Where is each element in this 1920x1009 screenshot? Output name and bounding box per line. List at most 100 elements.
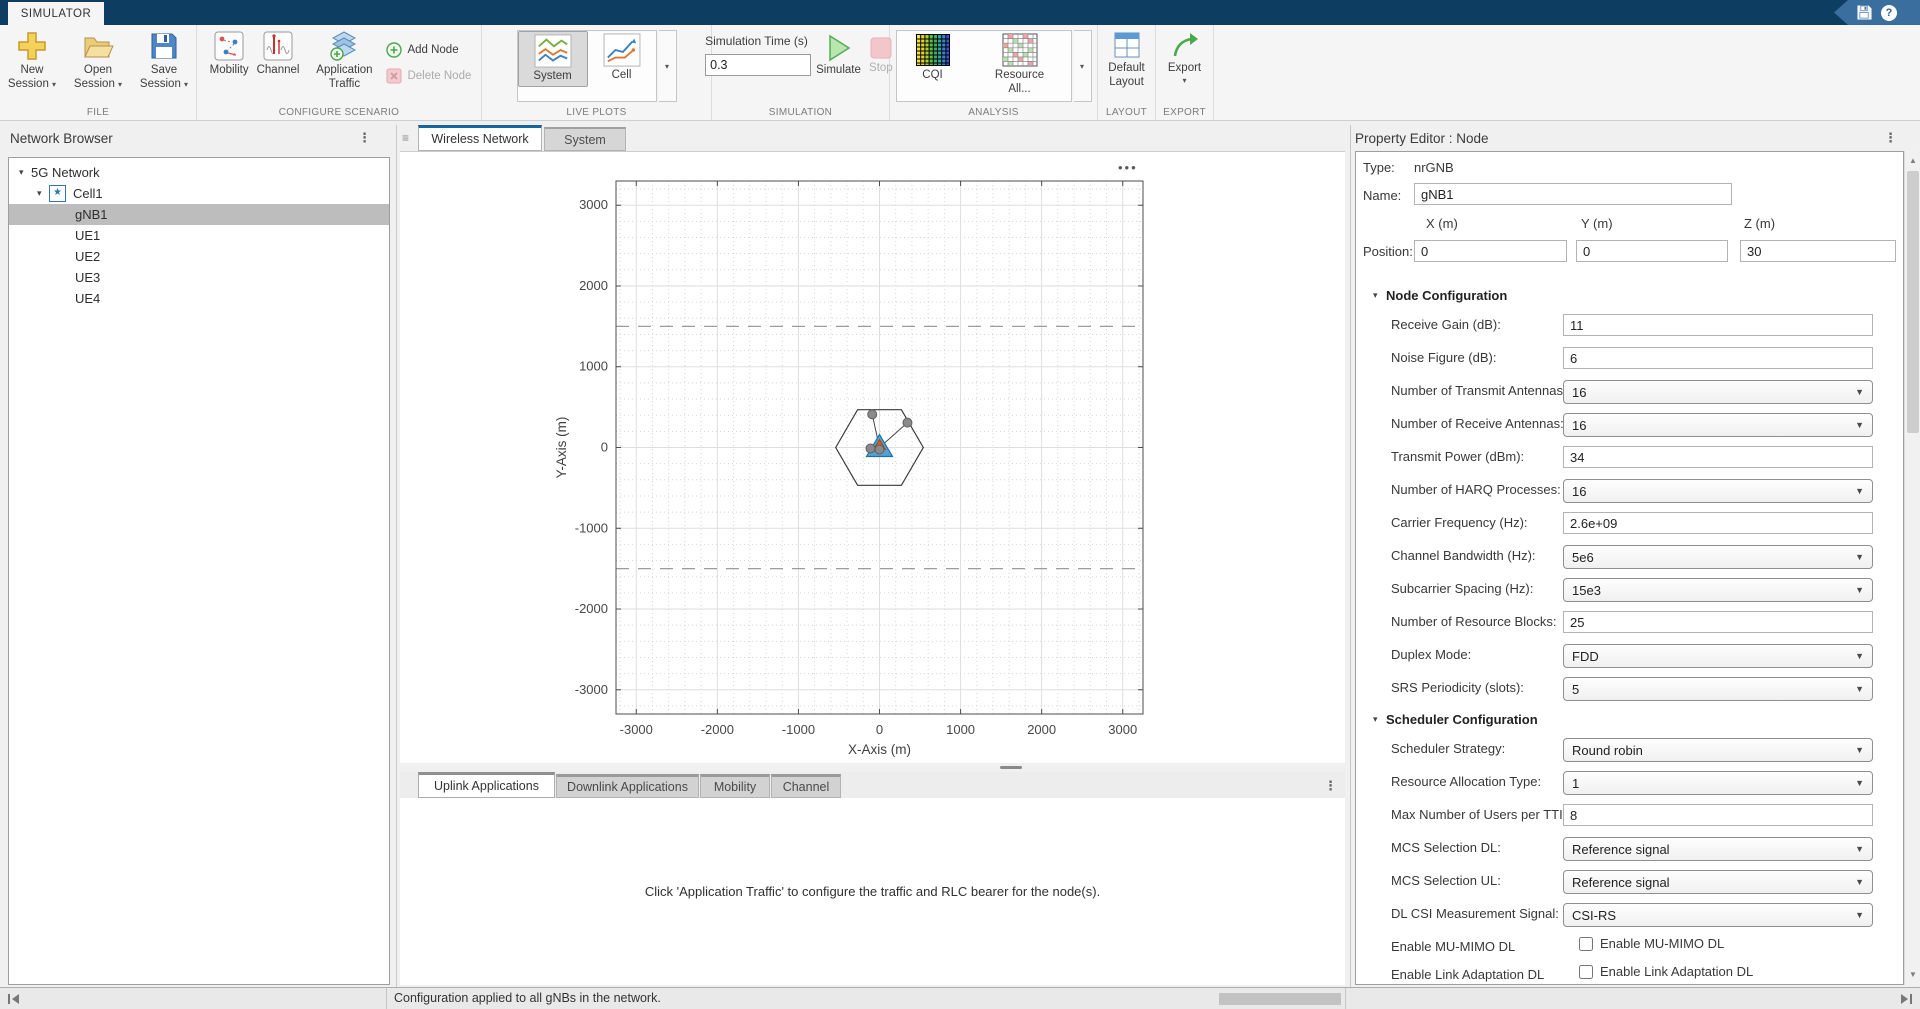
property-dropdown[interactable]: CSI-RS▼ [1563,903,1873,927]
property-dropdown[interactable]: 5e6▼ [1563,545,1873,569]
collapse-arrow-icon[interactable]: ▾ [37,188,49,199]
cell-plot-button[interactable]: Cell [588,31,656,85]
svg-text:-3000: -3000 [620,722,653,737]
property-input[interactable] [1563,512,1873,534]
resource-allocation-grid-icon [1002,33,1038,67]
export-arrow-icon [1170,30,1200,60]
tree-item-ue3[interactable]: UE3 [9,267,389,288]
help-icon[interactable]: ? [1881,5,1897,21]
property-input[interactable] [1563,347,1873,369]
cqi-button[interactable]: CQI [897,31,969,85]
scrollbar-thumb[interactable] [1907,171,1919,433]
horizontal-scrollbar-thumb[interactable] [1219,993,1341,1005]
delete-node-button[interactable]: Delete Node [386,66,471,86]
export-button[interactable]: Export ▾ [1165,28,1204,87]
tree-item-ue1[interactable]: UE1 [9,225,389,246]
ue-marker[interactable] [868,410,877,419]
svg-text:-1000: -1000 [782,722,815,737]
tab-channel[interactable]: Channel [771,774,841,798]
property-editor-header: Property Editor : Node ⋮ [1355,125,1910,151]
simulation-time-input[interactable] [705,54,811,76]
section-header-scheduler-configuration[interactable]: ▾Scheduler Configuration [1356,710,1904,734]
property-dropdown[interactable]: 16▼ [1563,413,1873,437]
property-editor-menu-icon[interactable]: ⋮ [1884,130,1898,146]
property-dropdown[interactable]: Reference signal▼ [1563,837,1873,861]
tab-system[interactable]: System [544,127,626,151]
scroll-up-icon[interactable]: ▲ [1905,153,1920,169]
section-header-node-configuration[interactable]: ▾Node Configuration [1356,286,1904,310]
save-icon[interactable] [1857,5,1872,20]
property-input[interactable] [1563,314,1873,336]
property-dropdown[interactable]: 15e3▼ [1563,578,1873,602]
property-label: MCS Selection UL: [1391,873,1501,888]
property-label: Channel Bandwidth (Hz): [1391,548,1536,563]
simulate-button[interactable]: Simulate [813,28,864,80]
panel-divider[interactable] [1350,125,1351,987]
property-dropdown[interactable]: 5▼ [1563,677,1873,701]
tab-mobility[interactable]: Mobility [700,774,770,798]
tab-downlink-applications[interactable]: Downlink Applications [556,774,699,798]
new-session-button[interactable]: New Session ▾ [0,28,64,94]
svg-text:0: 0 [876,722,883,737]
property-input[interactable] [1563,804,1873,826]
system-plot-toggle[interactable]: System [518,31,588,87]
horizontal-splitter[interactable] [400,763,1345,772]
save-session-button[interactable]: Save Session ▾ [132,28,196,94]
resource-allocation-button[interactable]: Resource All... [969,31,1071,99]
panel-divider[interactable] [396,125,397,987]
open-session-button[interactable]: Open Session ▾ [66,28,130,94]
wireless-network-plot-panel: -3000-2000-10000100020003000-3000-2000-1… [400,151,1345,763]
default-layout-button[interactable]: Default Layout [1098,28,1155,92]
group-label-export: EXPORT [1156,107,1213,118]
position-z-input[interactable] [1740,240,1896,262]
tree-item-gnb1[interactable]: gNB1 [9,204,389,225]
delete-node-icon [386,68,402,84]
svg-text:-1000: -1000 [575,520,608,535]
name-input[interactable] [1414,183,1732,205]
property-editor-scrollbar[interactable]: ▲ ▼ [1904,151,1920,985]
position-x-input[interactable] [1414,240,1567,262]
axes-toolbar-icon[interactable]: ••• [1118,160,1138,175]
save-session-icon [148,30,180,62]
collapse-arrow-icon[interactable]: ▾ [19,167,31,178]
tree-item-cell1[interactable]: ▾ ★ Cell1 [9,183,389,204]
add-node-button[interactable]: Add Node [386,40,471,60]
property-checkbox[interactable] [1579,937,1593,951]
open-folder-icon [82,30,114,62]
dock-handle-icon[interactable]: ≡ [402,131,409,145]
property-input[interactable] [1563,446,1873,468]
scroll-down-icon[interactable]: ▼ [1905,967,1920,983]
property-input[interactable] [1563,611,1873,633]
property-dropdown[interactable]: Reference signal▼ [1563,870,1873,894]
application-traffic-button[interactable]: Application Traffic [304,28,384,94]
tab-wireless-network[interactable]: Wireless Network [418,125,542,151]
property-dropdown[interactable]: FDD▼ [1563,644,1873,668]
live-plots-gallery-dropdown[interactable]: ▾ [659,30,677,102]
tab-simulator[interactable]: SIMULATOR [8,2,104,25]
bottom-panel-menu-icon[interactable]: ⋮ [1324,778,1338,794]
property-dropdown[interactable]: 1▼ [1563,771,1873,795]
channel-button[interactable]: Channel [254,28,303,80]
ue-marker[interactable] [875,445,884,454]
tree-item-5g-network[interactable]: ▾ 5G Network [9,162,389,183]
tab-uplink-applications[interactable]: Uplink Applications [418,772,555,798]
tree-item-ue4[interactable]: UE4 [9,288,389,309]
mobility-button[interactable]: Mobility [207,28,252,80]
tree-item-ue2[interactable]: UE2 [9,246,389,267]
collapse-right-icon[interactable] [1900,993,1912,1005]
position-label: Position: [1363,244,1413,259]
collapse-left-icon[interactable] [8,993,20,1005]
ue-marker[interactable] [866,444,875,453]
position-y-input[interactable] [1576,240,1728,262]
analysis-gallery-dropdown[interactable]: ▾ [1074,30,1092,102]
property-checkbox[interactable] [1579,965,1593,979]
ue-marker[interactable] [903,418,912,427]
property-label: Max Number of Users per TTI: [1391,807,1566,822]
network-browser-menu-icon[interactable]: ⋮ [358,130,372,146]
property-label: Duplex Mode: [1391,647,1471,662]
property-row: Subcarrier Spacing (Hz):15e3▼ [1356,578,1904,600]
property-dropdown[interactable]: Round robin▼ [1563,738,1873,762]
type-label: Type: [1363,160,1395,175]
property-dropdown[interactable]: 16▼ [1563,479,1873,503]
property-dropdown[interactable]: 16▼ [1563,380,1873,404]
